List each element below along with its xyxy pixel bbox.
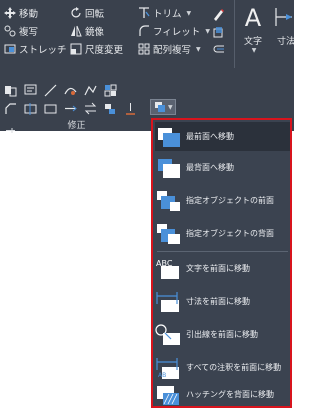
menu-item-label: 引出線を前面に移動 — [186, 330, 258, 339]
fillet-label: フィレット — [153, 27, 201, 38]
menu-item-label: 文字を前面に移動 — [186, 264, 250, 273]
text-tool-dropdown-arrow[interactable]: ▼ — [243, 47, 265, 54]
blend-curves-icon[interactable] — [64, 82, 77, 95]
mirror-label: 鏡像 — [85, 27, 105, 38]
dimension-tool-label: 寸法 — [276, 37, 295, 47]
join-icon[interactable] — [4, 82, 17, 97]
draworder-icon — [155, 102, 165, 112]
move-icon — [4, 7, 16, 19]
menu-item-send-hatches-to-back[interactable]: ハッチングを背面に移動 — [155, 380, 290, 409]
text-a-icon: A — [245, 4, 262, 32]
edit-polyline-icon[interactable] — [84, 82, 97, 96]
send-under-objects-icon — [157, 223, 180, 244]
move-label: 移動 — [19, 9, 39, 20]
mirror-button[interactable]: 鏡像 — [70, 24, 104, 38]
svg-text:A: A — [245, 4, 262, 30]
move-button[interactable]: 移動 — [4, 6, 38, 20]
menu-item-label: 最背面へ移動 — [186, 163, 234, 172]
bring-to-front-icon — [158, 127, 180, 147]
dimension-tool-button[interactable]: 寸法 — [271, 4, 301, 47]
fillet-icon — [138, 25, 150, 37]
menu-item-bring-leaders-to-front[interactable]: 引出線を前面に移動 — [155, 320, 290, 349]
send-to-back-icon — [158, 158, 180, 178]
properties-match-icon[interactable] — [24, 82, 37, 95]
reverse-icon[interactable] — [84, 100, 97, 115]
menu-item-bring-dimensions-to-front[interactable]: 寸法を前面に移動 — [155, 287, 290, 316]
trim-button[interactable]: トリム ▼ — [138, 6, 191, 20]
svg-text:ABC: ABC — [156, 259, 173, 268]
rotate-icon — [70, 7, 82, 19]
bring-dimensions-to-front-icon — [156, 291, 179, 312]
stretch-label: ストレッチ — [19, 45, 67, 56]
erase-icon[interactable] — [212, 6, 225, 21]
bring-all-annotations-to-front-icon: AB — [156, 357, 179, 379]
copy-button[interactable]: 複写 — [4, 24, 38, 38]
modify-panel-title[interactable]: 修正 — [0, 118, 153, 131]
menu-separator — [157, 251, 288, 252]
scale-button[interactable]: 尺度変更 — [70, 42, 123, 56]
rotate-button[interactable]: 回転 — [70, 6, 104, 20]
menu-item-bring-above-objects[interactable]: 指定オブジェクトの前面 — [155, 186, 290, 215]
menu-item-label: ハッチングを背面に移動 — [186, 390, 274, 399]
stretch-button[interactable]: ストレッチ — [4, 42, 67, 56]
menu-item-label: 指定オブジェクトの背面 — [186, 229, 274, 238]
text-tool-label: 文字 — [243, 37, 262, 47]
scale-icon — [70, 43, 82, 55]
chamfer-icon[interactable] — [4, 100, 17, 114]
explode-icon[interactable] — [212, 24, 225, 38]
line-icon[interactable] — [44, 82, 57, 97]
dimension-icon — [275, 8, 292, 26]
edit-array-icon[interactable] — [104, 82, 117, 97]
trim-dropdown-arrow[interactable]: ▼ — [187, 10, 192, 17]
break-at-point-icon[interactable] — [24, 100, 37, 115]
menu-item-label: 指定オブジェクトの前面 — [186, 196, 274, 205]
array-dropdown-arrow[interactable]: ▼ — [196, 46, 201, 53]
array-icon — [138, 43, 150, 55]
draworder-dropdown-arrow: ▼ — [168, 103, 173, 111]
menu-item-bring-all-annotations-to-front[interactable]: AB すべての注釈を前面に移動 — [155, 353, 290, 382]
menu-item-send-to-back[interactable]: 最背面へ移動 — [155, 153, 290, 182]
bring-text-to-front-icon: ABC — [156, 259, 179, 279]
trim-label: トリム — [153, 9, 182, 20]
send-hatches-to-back-icon — [157, 385, 179, 405]
lengthen-icon[interactable] — [64, 100, 77, 113]
menu-item-bring-to-front[interactable]: 最前面へ移動 — [155, 122, 290, 151]
ribbon: 移動 複写 ストレッチ 回転 鏡像 尺度変更 トリム ▼ フィレット ▼ 配列複… — [0, 0, 295, 133]
draworder-dropdown-button[interactable]: ▼ — [150, 99, 176, 115]
menu-item-bring-text-to-front[interactable]: ABC 文字を前面に移動 — [155, 254, 290, 283]
break-icon[interactable] — [44, 100, 57, 114]
scale-label: 尺度変更 — [85, 45, 124, 56]
panel-divider — [234, 0, 235, 68]
bring-above-objects-icon — [157, 190, 180, 211]
text-tool-button[interactable]: A 文字 ▼ — [241, 4, 265, 54]
svg-text:AB: AB — [158, 372, 166, 379]
copy-icon — [4, 25, 16, 37]
rotate-label: 回転 — [85, 9, 105, 20]
array-label: 配列複写 — [153, 45, 192, 56]
set-base-icon[interactable] — [124, 100, 137, 115]
menu-item-label: すべての注釈を前面に移動 — [186, 363, 282, 372]
offset-icon[interactable] — [212, 42, 225, 55]
menu-item-label: 最前面へ移動 — [186, 132, 234, 141]
copy-label: 複写 — [19, 27, 39, 38]
modify-panel-title-label: 修正 — [67, 121, 86, 131]
draworder-dropdown-menu: 最前面へ移動 最背面へ移動 指定オブジェクトの前面 指定オブジェクトの背面 AB… — [151, 118, 292, 408]
fillet-button[interactable]: フィレット ▼ — [138, 24, 210, 38]
trim-icon — [138, 7, 150, 19]
mirror-icon — [70, 25, 82, 37]
array-button[interactable]: 配列複写 ▼ — [138, 42, 201, 56]
bring-leaders-to-front-icon — [155, 323, 180, 345]
align-icon[interactable] — [104, 100, 117, 114]
menu-item-send-under-objects[interactable]: 指定オブジェクトの背面 — [155, 219, 290, 248]
menu-item-label: 寸法を前面に移動 — [186, 297, 250, 306]
stretch-icon — [4, 43, 16, 55]
fillet-dropdown-arrow[interactable]: ▼ — [205, 28, 210, 35]
